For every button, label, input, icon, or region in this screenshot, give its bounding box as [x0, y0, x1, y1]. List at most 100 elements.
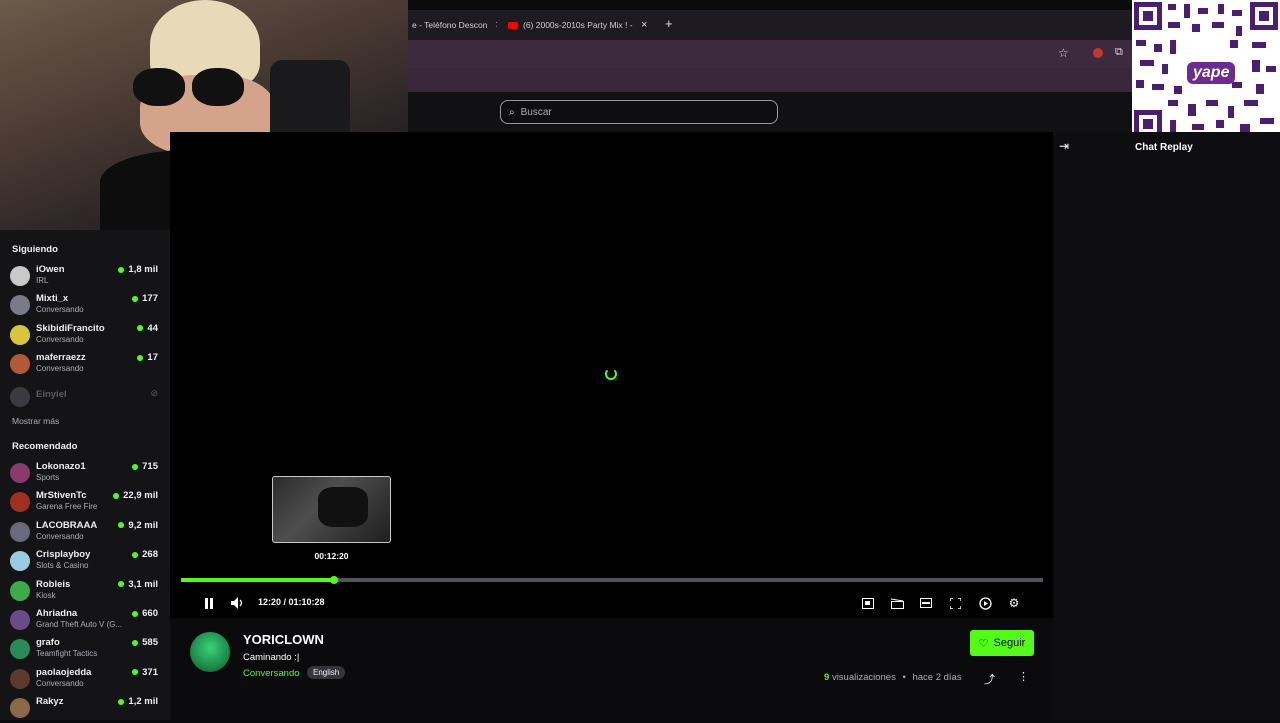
- channel-category: Kiosk: [36, 590, 56, 600]
- sidebar-channel[interactable]: Lokonazo1 Sports 715: [10, 460, 160, 488]
- tab-label: e - Teléfono Descon: [412, 20, 488, 30]
- channel-name: iOwen: [36, 264, 65, 275]
- avatar: [10, 580, 30, 601]
- puzzle-extensions-icon[interactable]: ⧉: [1115, 46, 1123, 59]
- volume-icon: [231, 597, 243, 609]
- streamer-name[interactable]: YORICLOWN: [243, 632, 324, 647]
- seek-bar[interactable]: [181, 578, 1043, 582]
- channel-category: Conversando: [36, 334, 84, 344]
- clip-button[interactable]: [888, 594, 906, 612]
- viewer-count: 585: [132, 637, 158, 648]
- sidebar-channel[interactable]: paolaojedda Conversando 371: [10, 666, 160, 694]
- sidebar-channel[interactable]: SkibidiFrancito Conversando 44: [10, 322, 160, 350]
- avatar: [10, 521, 30, 542]
- volume-button[interactable]: [229, 594, 247, 612]
- loading-spinner-icon: [605, 368, 617, 380]
- channel-category: Sports: [36, 473, 60, 482]
- recommended-heading: Recomendado: [12, 441, 78, 452]
- stream-title: Caminando :|: [243, 652, 300, 663]
- browser-tab-active[interactable]: (6) 2000s-2010s Party Mix ! - Yo ×: [508, 10, 654, 40]
- stream-category[interactable]: Conversando: [243, 668, 300, 679]
- sidebar-channel-offline[interactable]: Einyiel ⊘: [10, 384, 160, 412]
- channel-name: Lokonazo1: [36, 461, 86, 472]
- avatar: [10, 551, 30, 572]
- extension-icon[interactable]: [1093, 48, 1103, 58]
- tab-label: (6) 2000s-2010s Party Mix ! - Yo: [523, 20, 633, 30]
- speed-icon: [978, 596, 992, 610]
- sidebar-channel[interactable]: Mixti_x Conversando 177: [10, 292, 160, 320]
- bookmark-star-icon[interactable]: ☆: [1058, 46, 1069, 60]
- channel-name: paolaojedda: [36, 666, 92, 678]
- miniplayer-button[interactable]: [859, 594, 877, 612]
- collapse-chat-icon[interactable]: ⇥: [1059, 139, 1069, 153]
- more-options-icon[interactable]: ⋮: [1018, 670, 1029, 683]
- sidebar-channel[interactable]: grafo Teamfight Tactics 585: [10, 636, 160, 664]
- heart-icon: ♡: [978, 637, 989, 650]
- channel-name: LACOBRAAA: [36, 519, 98, 531]
- time-display: 12:20 / 01:10:28: [258, 597, 325, 607]
- channel-name: SkibidiFrancito: [36, 322, 105, 334]
- close-tab-icon[interactable]: ×: [641, 19, 647, 31]
- channel-category: Conversando: [36, 305, 84, 315]
- fullscreen-icon: [949, 597, 961, 609]
- new-tab-button[interactable]: +: [665, 16, 673, 31]
- views-count: 9: [824, 672, 830, 683]
- theater-icon: [920, 598, 932, 608]
- channel-name: Rakyz: [36, 696, 64, 708]
- sidebar-channel[interactable]: Rakyz 1,2 mil: [10, 695, 160, 723]
- channel-name: maferraezz: [36, 352, 86, 364]
- sidebar-channel[interactable]: Crisplayboy Slots & Casino 268: [10, 548, 160, 576]
- sidebar-channel[interactable]: LACOBRAAA Conversando 9,2 mil: [10, 519, 160, 547]
- viewer-count: 22,9 mil: [113, 490, 158, 501]
- search-input[interactable]: ⌕ Buscar: [500, 100, 778, 124]
- sidebar-channel[interactable]: MrStivenTc Garena Free Fire 22,9 mil: [10, 489, 160, 517]
- viewer-count: 371: [132, 667, 158, 678]
- seek-bar-progress: [181, 578, 335, 582]
- viewer-count: 660: [132, 608, 158, 619]
- sunglasses-left: [133, 68, 185, 106]
- youtube-icon: [508, 21, 518, 29]
- avatar: [10, 463, 30, 483]
- seek-handle[interactable]: [330, 576, 338, 584]
- browser-tab[interactable]: e - Teléfono Descon ×: [412, 10, 497, 40]
- viewer-count: 3,1 mil: [118, 579, 158, 590]
- avatar: [10, 492, 30, 513]
- sidebar-channel[interactable]: maferraezz Conversando 17: [10, 351, 160, 379]
- settings-button[interactable]: ⚙: [1005, 594, 1023, 612]
- following-heading: Siguiendo: [12, 244, 58, 255]
- views-label: visualizaciones: [831, 672, 896, 683]
- fullscreen-button[interactable]: [946, 594, 964, 612]
- viewer-count: 9,2 mil: [118, 520, 158, 531]
- channel-name: Robleis: [36, 578, 71, 590]
- channel-name: Crisplayboy: [36, 549, 91, 561]
- follow-label: Seguir: [993, 637, 1026, 649]
- offline-icon: ⊘: [150, 388, 158, 398]
- channel-category: Conversando: [36, 364, 84, 374]
- avatar: [10, 266, 30, 286]
- stat-separator: •: [902, 672, 906, 683]
- avatar: [10, 354, 30, 375]
- close-tab-icon[interactable]: ×: [495, 19, 497, 31]
- avatar: [10, 295, 30, 316]
- share-icon[interactable]: ⤴: [984, 671, 995, 687]
- viewer-count: 1,8 mil: [118, 264, 158, 275]
- clapperboard-icon: [890, 598, 904, 609]
- sidebar-channel[interactable]: iOwen IRL 1,8 mil: [10, 263, 160, 291]
- sidebar-channel[interactable]: Ahriadna Grand Theft Auto V (G... 660: [10, 607, 160, 635]
- seek-preview-thumbnail: [272, 476, 391, 543]
- language-tag[interactable]: English: [307, 666, 346, 679]
- streamer-avatar[interactable]: [190, 632, 230, 672]
- playback-speed-button[interactable]: [976, 594, 994, 612]
- show-more-link[interactable]: Mostrar más: [12, 416, 59, 426]
- viewer-count: 44: [137, 323, 158, 334]
- sidebar-channel[interactable]: Robleis Kiosk 3,1 mil: [10, 578, 160, 606]
- channel-name: MrStivenTc: [36, 490, 87, 502]
- chat-panel: [1053, 132, 1280, 720]
- follow-button[interactable]: ♡ Seguir: [970, 630, 1034, 656]
- channel-category: IRL: [36, 276, 49, 285]
- viewer-count: 1,2 mil: [118, 696, 158, 707]
- avatar: [10, 639, 30, 660]
- search-placeholder: Buscar: [520, 106, 552, 118]
- theater-mode-button[interactable]: [917, 594, 935, 612]
- pause-button[interactable]: [200, 594, 218, 612]
